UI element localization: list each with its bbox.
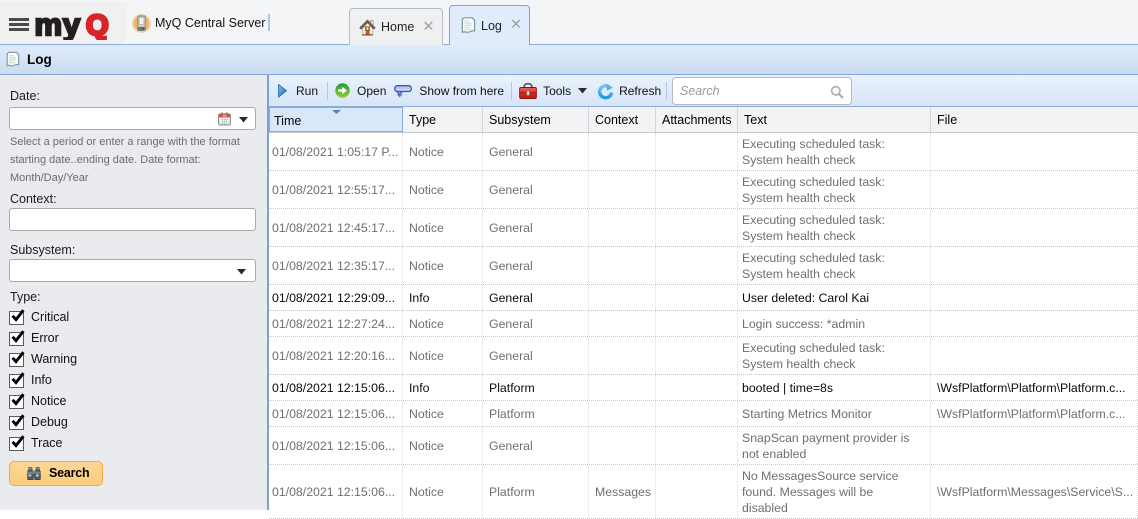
svg-text:Q: Q bbox=[86, 10, 109, 40]
svg-text:my: my bbox=[35, 7, 81, 40]
